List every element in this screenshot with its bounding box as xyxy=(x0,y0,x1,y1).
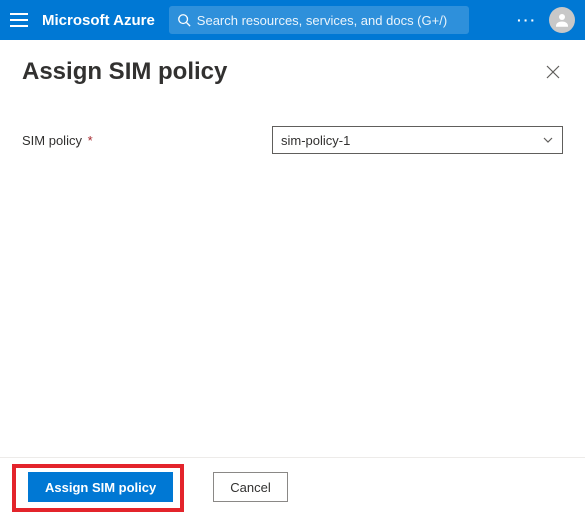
chevron-down-icon xyxy=(542,134,554,146)
sim-policy-label: SIM policy * xyxy=(22,133,272,148)
search-icon xyxy=(177,13,191,27)
panel-footer: Assign SIM policy Cancel xyxy=(0,457,585,516)
close-button[interactable] xyxy=(543,62,563,82)
azure-topbar: Microsoft Azure ··· xyxy=(0,0,585,40)
panel-title: Assign SIM policy xyxy=(22,58,227,86)
person-icon xyxy=(553,11,571,29)
search-input[interactable] xyxy=(197,13,461,28)
assign-sim-policy-button[interactable]: Assign SIM policy xyxy=(28,472,173,502)
menu-icon[interactable] xyxy=(10,11,28,29)
required-marker: * xyxy=(88,133,93,148)
sim-policy-dropdown[interactable]: sim-policy-1 xyxy=(272,126,563,154)
panel-header: Assign SIM policy xyxy=(22,58,563,86)
dropdown-value: sim-policy-1 xyxy=(281,133,350,148)
brand-title: Microsoft Azure xyxy=(42,12,155,29)
global-search[interactable] xyxy=(169,6,469,34)
close-icon xyxy=(546,65,560,79)
topbar-actions: ··· xyxy=(517,7,575,33)
avatar[interactable] xyxy=(549,7,575,33)
assign-sim-policy-panel: Assign SIM policy SIM policy * sim-polic… xyxy=(0,40,585,457)
cancel-button[interactable]: Cancel xyxy=(213,472,287,502)
label-text: SIM policy xyxy=(22,133,82,148)
more-icon[interactable]: ··· xyxy=(517,12,537,28)
sim-policy-row: SIM policy * sim-policy-1 xyxy=(22,126,563,154)
